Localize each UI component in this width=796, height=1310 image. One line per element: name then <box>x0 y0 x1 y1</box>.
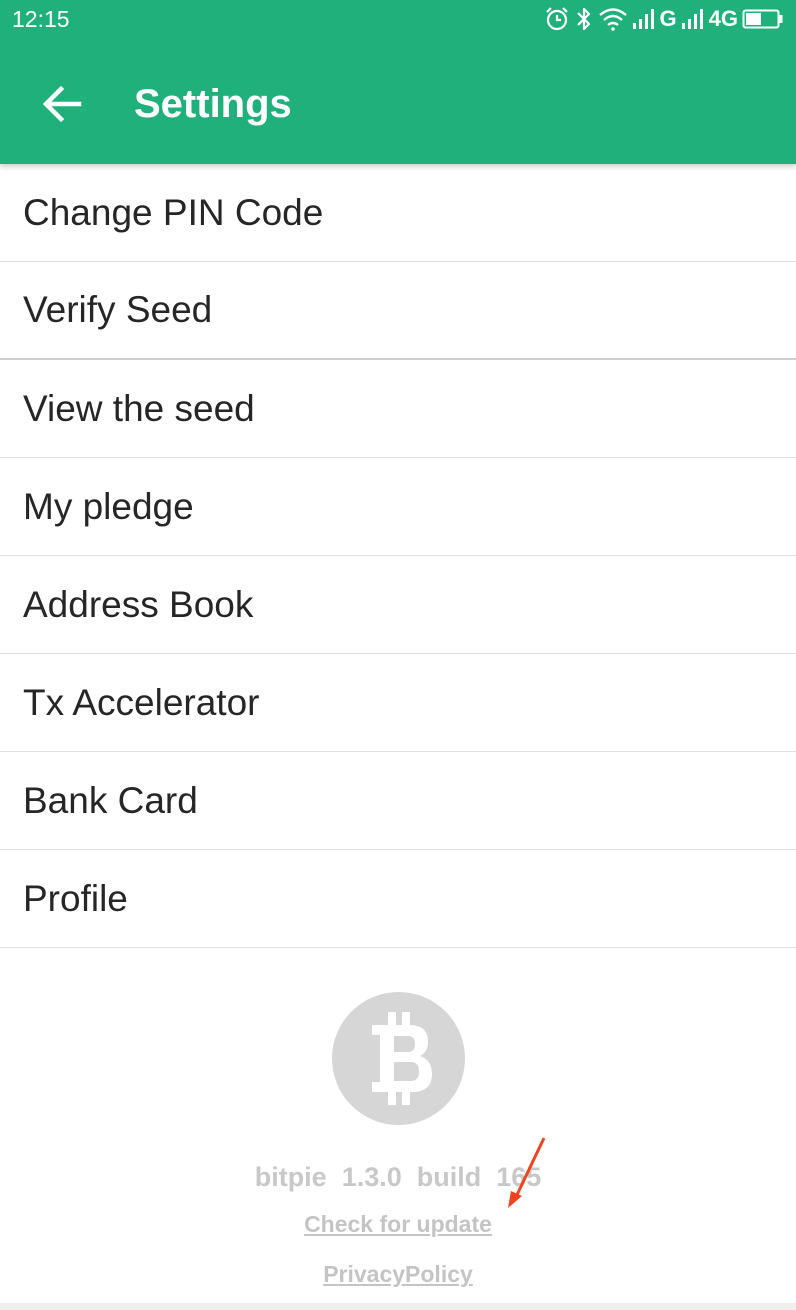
status-icons: G 4G <box>544 5 784 33</box>
menu-item-bank-card[interactable]: Bank Card <box>0 752 796 850</box>
signal-icon <box>632 9 654 29</box>
check-update-link[interactable]: Check for update <box>0 1211 796 1238</box>
menu-item-verify-seed[interactable]: Verify Seed <box>0 262 796 360</box>
back-button[interactable] <box>30 72 94 136</box>
wifi-icon <box>598 8 627 31</box>
battery-icon <box>742 9 783 29</box>
settings-menu: Change PIN Code Verify Seed View the see… <box>0 164 796 948</box>
menu-item-view-seed[interactable]: View the seed <box>0 360 796 458</box>
network-type-2: 4G <box>708 6 738 31</box>
arrow-left-icon <box>42 86 82 122</box>
bluetooth-icon <box>576 7 590 31</box>
menu-item-my-pledge[interactable]: My pledge <box>0 458 796 556</box>
about-footer: bitpie 1.3.0 build 165 Check for update … <box>0 955 796 1310</box>
menu-item-profile[interactable]: Profile <box>0 850 796 948</box>
menu-item-change-pin[interactable]: Change PIN Code <box>0 164 796 262</box>
app-bar: 12:15 G 4G Settings <box>0 0 796 164</box>
bottom-divider <box>0 1303 796 1310</box>
page-title: Settings <box>134 82 292 126</box>
annotation-arrow-icon <box>508 1137 546 1208</box>
app-version: bitpie 1.3.0 build 165 <box>254 1162 542 1192</box>
bitcoin-icon <box>332 992 465 1125</box>
privacy-policy-link[interactable]: PrivacyPolicy <box>0 1261 796 1288</box>
status-time: 12:15 <box>12 6 70 32</box>
network-type-1: G <box>659 6 677 31</box>
signal-icon <box>681 9 703 29</box>
menu-item-tx-accelerator[interactable]: Tx Accelerator <box>0 654 796 752</box>
status-bar: 12:15 G 4G <box>0 0 796 40</box>
alarm-icon <box>545 7 568 31</box>
menu-item-address-book[interactable]: Address Book <box>0 556 796 654</box>
